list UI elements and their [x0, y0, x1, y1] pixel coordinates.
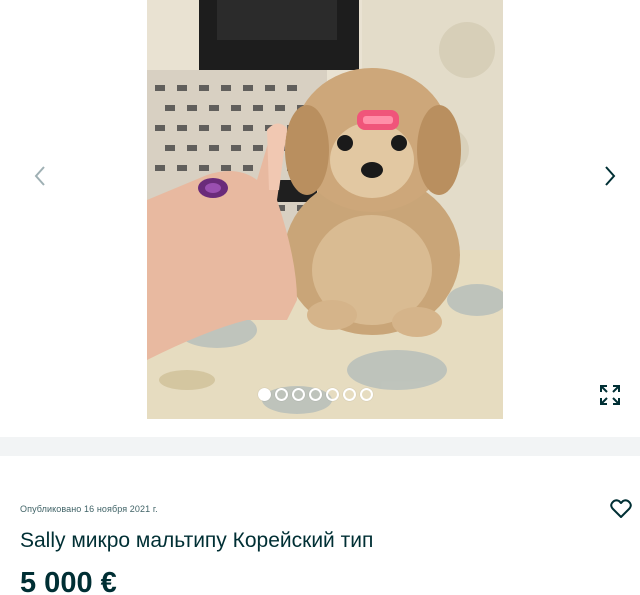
next-photo-button[interactable]	[596, 160, 624, 192]
pagination-dot[interactable]	[258, 388, 271, 401]
expand-icon	[600, 385, 620, 405]
published-date: Опубликовано 16 ноября 2021 г.	[20, 504, 158, 514]
ad-price: 5 000 €	[20, 567, 117, 595]
pagination-dot[interactable]	[343, 388, 356, 401]
puppy-photo-illustration	[147, 0, 503, 419]
pagination-dot[interactable]	[292, 388, 305, 401]
fullscreen-button[interactable]	[598, 383, 622, 407]
pagination-dot[interactable]	[275, 388, 288, 401]
chevron-right-icon	[605, 166, 616, 186]
previous-photo-button[interactable]	[26, 160, 54, 192]
listing-photo[interactable]	[147, 0, 503, 419]
heart-icon	[610, 499, 632, 518]
chevron-left-icon	[34, 166, 45, 186]
pagination-dot[interactable]	[360, 388, 373, 401]
photo-gallery	[0, 0, 640, 437]
photo-pagination	[258, 388, 373, 401]
section-divider	[0, 437, 640, 456]
pagination-dot[interactable]	[326, 388, 339, 401]
favorite-button[interactable]	[610, 499, 632, 519]
pagination-dot[interactable]	[309, 388, 322, 401]
ad-title: Sally микро мальтипу Корейский тип	[20, 529, 374, 552]
